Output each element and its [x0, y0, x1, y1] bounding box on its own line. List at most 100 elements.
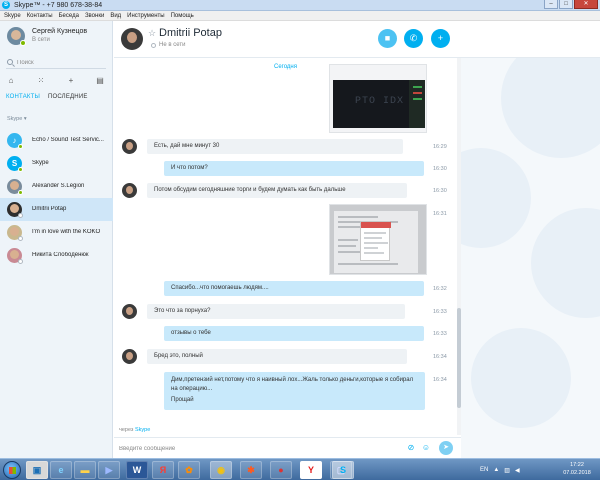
- message-incoming[interactable]: Бред это, полный: [147, 349, 407, 364]
- chat-contact-name[interactable]: Dmitrii Potap: [159, 27, 222, 39]
- message-time: 16:29: [433, 144, 447, 150]
- online-status-icon: [20, 40, 26, 46]
- message-incoming[interactable]: Это что за порнуха?: [147, 304, 405, 319]
- yandex-browser-icon: Y: [307, 465, 314, 475]
- taskbar-skype[interactable]: S: [332, 461, 354, 479]
- network-icon[interactable]: ▥: [504, 467, 510, 474]
- contacts-book-icon[interactable]: ▤: [95, 76, 105, 86]
- contact-name: I'm in love with the KOKO: [32, 229, 101, 235]
- taskbar-media[interactable]: ▶: [98, 461, 120, 479]
- phone-icon: ✆: [409, 33, 418, 43]
- contact-item-nikita[interactable]: Никита Слободенюк: [0, 244, 113, 267]
- message-incoming[interactable]: Потом обсудим сегодняшние торги и будем …: [147, 183, 407, 198]
- shared-image[interactable]: [329, 204, 427, 275]
- taskbar-app2[interactable]: ✱: [240, 461, 262, 479]
- sender-avatar[interactable]: [122, 349, 137, 364]
- sidebar: Сергей Кузнецов В сети ⌂ ⁙ + ▤ КОНТАКТЫ …: [0, 21, 113, 458]
- dialpad-icon[interactable]: ⁙: [36, 76, 46, 86]
- title-bar: S Skype™ - +7 980 678-38-84 – □ ✕: [0, 0, 600, 11]
- tray-arrow-icon[interactable]: ▲: [493, 467, 499, 473]
- shared-image[interactable]: PTO IDX: [329, 64, 427, 133]
- menu-conversation[interactable]: Беседа: [59, 13, 79, 19]
- close-button[interactable]: ✕: [574, 0, 598, 9]
- clock-time: 17:22: [570, 462, 584, 468]
- message-outgoing[interactable]: Дим,претензий нет,потому что я наивный л…: [164, 372, 425, 410]
- message-time: 16:32: [433, 286, 447, 292]
- emoticon-icon[interactable]: ☺: [421, 443, 431, 453]
- contact-item-skype[interactable]: S Skype: [0, 152, 113, 175]
- minimize-button[interactable]: –: [544, 0, 558, 9]
- taskbar-app[interactable]: ✿: [178, 461, 200, 479]
- tab-recent[interactable]: ПОСЛЕДНИЕ: [48, 94, 88, 104]
- menu-skype[interactable]: Skype: [4, 13, 21, 19]
- offline-status-icon: [18, 213, 23, 218]
- profile-header[interactable]: Сергей Кузнецов В сети: [0, 21, 113, 53]
- taskbar-yandex-browser[interactable]: Y: [300, 461, 322, 479]
- message-time: 16:33: [433, 331, 447, 337]
- contact-item-alexander[interactable]: Alexander S.Legion: [0, 175, 113, 198]
- message-outgoing[interactable]: отзывы о тебе: [164, 326, 424, 341]
- send-button[interactable]: ➤: [439, 441, 453, 455]
- tab-contacts[interactable]: КОНТАКТЫ: [6, 94, 40, 104]
- menu-help[interactable]: Помощь: [171, 13, 194, 19]
- message-outgoing[interactable]: Спасибо...что помогаешь людям....: [164, 281, 424, 296]
- video-camera-icon: ■: [384, 33, 391, 43]
- taskbar-ie[interactable]: e: [50, 461, 72, 479]
- contact-item-echo[interactable]: ♪ Echo / Sound Test Servic...: [0, 129, 113, 152]
- profile-status[interactable]: В сети: [32, 37, 50, 43]
- menu-contacts[interactable]: Контакты: [27, 13, 53, 19]
- search-box: [6, 57, 106, 69]
- contact-name: Alexander S.Legion: [32, 183, 85, 189]
- volume-icon[interactable]: ◀: [515, 467, 520, 474]
- menu-tools[interactable]: Инструменты: [127, 13, 164, 19]
- circle-icon: ●: [278, 465, 284, 475]
- folder-icon: ▬: [80, 465, 90, 475]
- attach-file-icon[interactable]: ⊘: [406, 443, 416, 453]
- favorite-star-icon[interactable]: ☆: [148, 28, 156, 39]
- home-icon[interactable]: ⌂: [6, 76, 16, 86]
- contact-item-koko[interactable]: I'm in love with the KOKO: [0, 221, 113, 244]
- online-status-icon: [18, 190, 23, 195]
- menu-view[interactable]: Вид: [110, 13, 121, 19]
- quick-actions-bar: ⌂ ⁙ + ▤: [0, 73, 113, 89]
- chat-contact-avatar[interactable]: [121, 28, 143, 50]
- window-controls: – □ ✕: [543, 0, 598, 10]
- message-time: 16:34: [433, 354, 447, 360]
- message-text-line2: Прощай: [171, 397, 194, 403]
- message-outgoing[interactable]: И что потом?: [164, 161, 424, 176]
- taskbar-word[interactable]: W: [126, 461, 148, 479]
- taskbar-yandex[interactable]: Я: [152, 461, 174, 479]
- contact-group-label[interactable]: Skype ▾: [7, 116, 27, 122]
- keyboard-language[interactable]: EN: [480, 467, 488, 473]
- taskbar-chrome[interactable]: ◉: [210, 461, 232, 479]
- sender-avatar[interactable]: [122, 304, 137, 319]
- chat-background-pattern: [461, 58, 600, 458]
- trading-screenshot: PTO IDX: [333, 80, 425, 128]
- taskbar-folder[interactable]: ▬: [74, 461, 96, 479]
- internet-explorer-icon: e: [58, 465, 64, 475]
- message-incoming[interactable]: Есть, дай мне минут 30: [147, 139, 403, 154]
- system-clock[interactable]: 17:22 07.02.2018: [560, 461, 594, 477]
- add-participants-button[interactable]: +: [431, 29, 450, 48]
- add-icon[interactable]: +: [66, 76, 76, 86]
- via-skype-link[interactable]: Skype: [135, 427, 150, 433]
- taskbar-explorer[interactable]: ▣: [26, 461, 48, 479]
- video-call-button[interactable]: ■: [378, 29, 397, 48]
- taskbar-app3[interactable]: ●: [270, 461, 292, 479]
- maximize-button[interactable]: □: [559, 0, 573, 9]
- menu-calls[interactable]: Звонки: [85, 13, 104, 19]
- sender-avatar[interactable]: [122, 139, 137, 154]
- contact-item-dmitrii[interactable]: Dmitrii Potap: [0, 198, 113, 221]
- message-input[interactable]: [119, 442, 399, 455]
- audio-call-button[interactable]: ✆: [404, 29, 423, 48]
- start-button[interactable]: [3, 461, 21, 479]
- send-icon: ➤: [443, 444, 449, 451]
- contact-name: Skype: [32, 160, 49, 166]
- gear-icon: ✱: [247, 465, 255, 475]
- via-prefix: через: [119, 427, 134, 433]
- chat-contact-status: Не в сети: [159, 42, 186, 48]
- contact-name: Dmitrii Potap: [32, 206, 67, 212]
- sender-avatar[interactable]: [122, 183, 137, 198]
- search-input[interactable]: [17, 57, 105, 68]
- compose-bar: ⊘ ☺ ➤: [114, 437, 461, 458]
